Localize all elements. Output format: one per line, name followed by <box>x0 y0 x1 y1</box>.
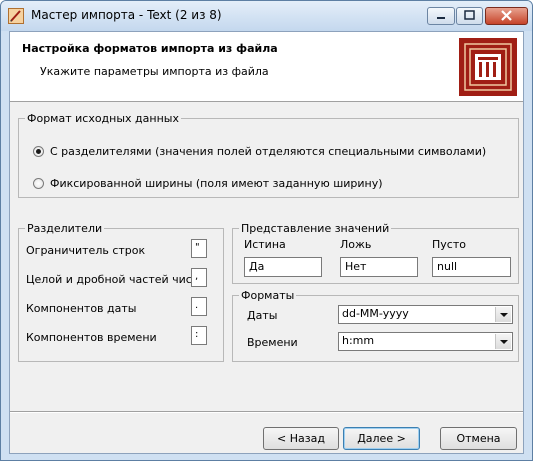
date-format-select[interactable]: dd-MM-yyyy <box>338 305 513 324</box>
separators-legend: Разделители <box>27 222 103 235</box>
time-format-value: h:mm <box>342 334 375 347</box>
date-separator-label: Компонентов даты <box>26 302 137 315</box>
false-label: Ложь <box>340 238 372 251</box>
delimited-radio[interactable] <box>33 146 44 157</box>
formats-group: Форматы <box>232 289 519 362</box>
window-title: Мастер импорта - Text (2 из 8) <box>31 8 222 22</box>
chevron-down-icon[interactable] <box>495 334 511 349</box>
app-icon <box>8 8 24 24</box>
dialog-window: Мастер импорта - Text (2 из 8) Настройка… <box>0 0 533 461</box>
fixed-width-radio-label[interactable]: Фиксированной ширины (поля имеют заданну… <box>50 177 383 190</box>
cancel-button[interactable]: Отмена <box>440 427 517 450</box>
import-wizard-logo-icon <box>459 38 517 96</box>
time-separator-input[interactable]: : <box>191 326 207 345</box>
minimize-icon <box>437 17 445 19</box>
decimal-separator-input[interactable]: , <box>191 268 207 287</box>
chevron-down-icon[interactable] <box>495 307 511 322</box>
footer-divider <box>10 411 523 413</box>
row-delimiter-input[interactable]: " <box>191 239 207 258</box>
close-button[interactable] <box>485 7 528 25</box>
wizard-header: Настройка форматов импорта из файла Укаж… <box>10 32 523 102</box>
true-label: Истина <box>244 238 286 251</box>
page-subtitle: Укажите параметры импорта из файла <box>40 65 269 78</box>
page-title: Настройка форматов импорта из файла <box>22 42 278 55</box>
source-format-legend: Формат исходных данных <box>27 112 179 125</box>
delimited-radio-label[interactable]: С разделителями (значения полей отделяют… <box>50 145 486 158</box>
minimize-button[interactable] <box>427 7 455 25</box>
row-delimiter-label: Ограничитель строк <box>26 244 146 257</box>
maximize-button[interactable] <box>456 7 483 25</box>
title-bar[interactable]: Мастер импорта - Text (2 из 8) <box>1 1 532 31</box>
next-button[interactable]: Далее > <box>343 427 420 450</box>
true-value-input[interactable]: Да <box>244 257 322 277</box>
fixed-width-radio[interactable] <box>33 178 44 189</box>
formats-legend: Форматы <box>241 289 295 302</box>
value-representation-legend: Представление значений <box>241 222 390 235</box>
close-icon <box>501 10 512 21</box>
maximize-icon <box>464 10 475 20</box>
time-format-label: Времени <box>247 336 298 349</box>
time-format-select[interactable]: h:mm <box>338 332 513 351</box>
date-format-label: Даты <box>247 309 278 322</box>
back-button[interactable]: < Назад <box>263 427 339 450</box>
date-separator-input[interactable]: . <box>191 297 207 316</box>
empty-value-input[interactable]: null <box>432 257 511 277</box>
date-format-value: dd-MM-yyyy <box>342 307 409 320</box>
empty-label: Пусто <box>432 238 466 251</box>
dialog-client: Настройка форматов импорта из файла Укаж… <box>9 31 524 454</box>
decimal-separator-label: Целой и дробной частей числа <box>26 273 206 286</box>
false-value-input[interactable]: Нет <box>340 257 418 277</box>
time-separator-label: Компонентов времени <box>26 331 157 344</box>
